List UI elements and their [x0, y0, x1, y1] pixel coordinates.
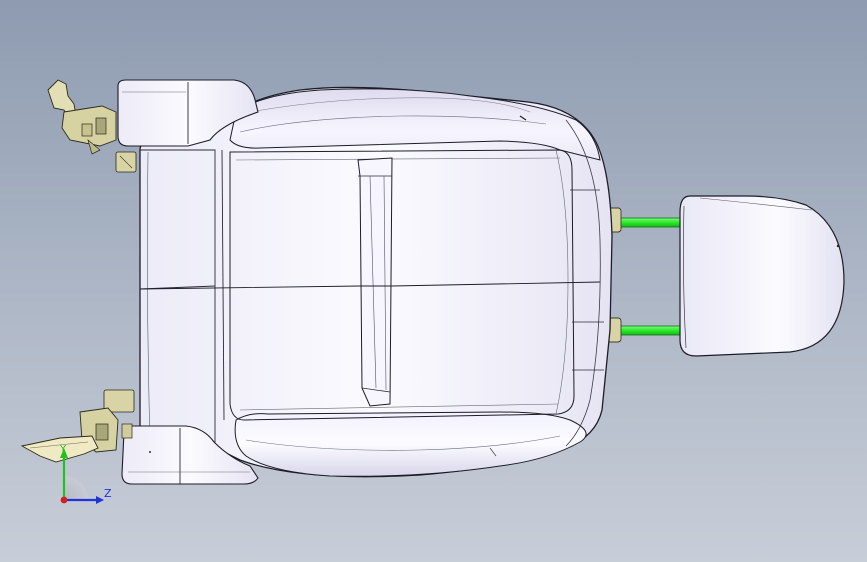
triad-origin	[60, 496, 68, 504]
view-orientation-triad[interactable]	[60, 448, 104, 504]
triad-z-label: Z	[104, 487, 112, 500]
headrest-body	[679, 195, 845, 357]
seat-center-channel	[357, 157, 393, 407]
headrest-posts[interactable]	[606, 207, 686, 343]
seat-assembly[interactable]	[117, 79, 613, 485]
headrest-post-upper[interactable]	[614, 217, 686, 228]
headrest-post-lower[interactable]	[614, 325, 686, 336]
recliner-bracket-lower[interactable]	[20, 389, 135, 463]
triad-y-label: Y	[60, 444, 67, 455]
headrest[interactable]	[679, 195, 845, 357]
seat-model-view[interactable]	[0, 0, 867, 562]
cad-graphics-viewport[interactable]: Y Z	[0, 0, 867, 562]
bolster-bottom	[234, 411, 587, 477]
